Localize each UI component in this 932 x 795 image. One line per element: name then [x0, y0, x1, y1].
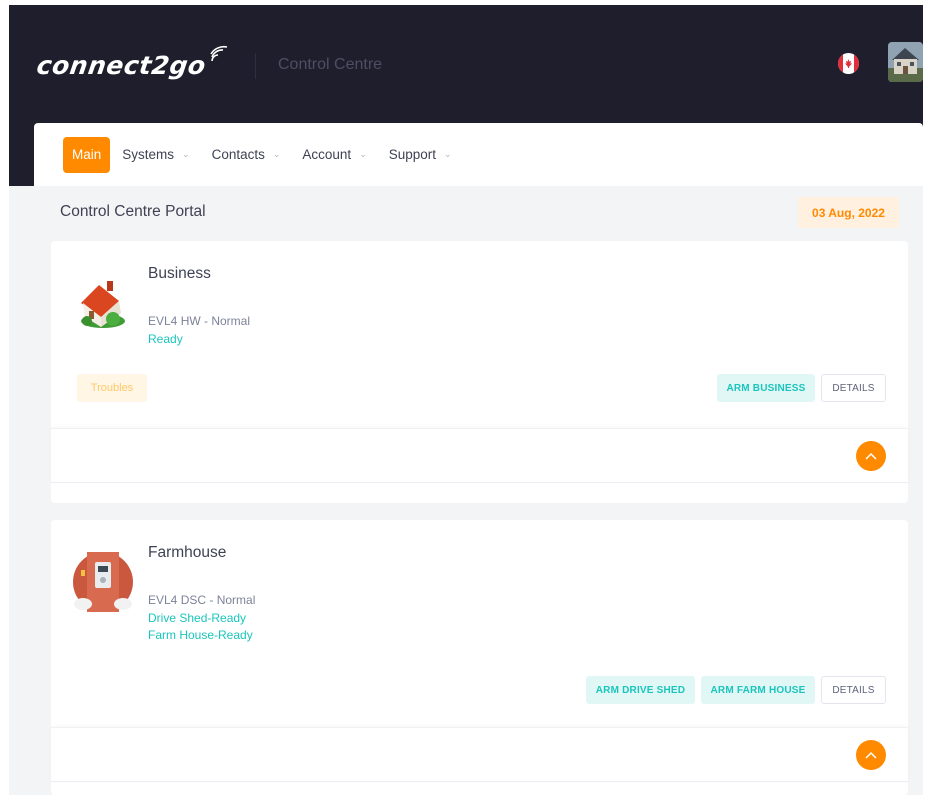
- system-status: Ready: [148, 332, 183, 346]
- signal-waves-icon: [210, 45, 227, 62]
- app-frame: connect2go Control Centre Main Systems ⌄…: [9, 5, 923, 795]
- system-name: Business: [148, 265, 211, 282]
- card-footer: [51, 727, 908, 782]
- chevron-up-icon: [865, 751, 877, 759]
- system-card-business: Business EVL4 HW - Normal Ready Troubles…: [51, 241, 908, 503]
- partition-status: Drive Shed-Ready: [148, 611, 247, 625]
- nav-item-label: Account: [302, 147, 352, 162]
- chevron-down-icon: ⌄: [359, 149, 367, 159]
- arm-drive-shed-button[interactable]: ARM DRIVE SHED: [586, 676, 695, 704]
- logo-text: connect2go: [34, 51, 208, 80]
- date-badge: 03 Aug, 2022: [798, 197, 899, 228]
- chevron-up-icon: [865, 452, 877, 460]
- system-name: Farmhouse: [148, 544, 227, 561]
- nav-item-label: Systems: [122, 147, 175, 162]
- chevron-down-icon: ⌄: [182, 149, 190, 159]
- main-nav: Main Systems ⌄ Contacts ⌄ Account ⌄ Supp…: [34, 123, 923, 186]
- nav-item-label: Contacts: [211, 147, 265, 162]
- chevron-down-icon: ⌄: [272, 149, 281, 159]
- nav-item-systems[interactable]: Systems ⌄: [122, 137, 189, 173]
- nav-item-main[interactable]: Main: [63, 136, 111, 173]
- nav-item-label: Support: [388, 147, 437, 162]
- system-model: EVL4 HW - Normal: [148, 314, 251, 328]
- collapse-button[interactable]: [856, 441, 886, 471]
- card-footer: [51, 428, 908, 483]
- troubles-badge[interactable]: Troubles: [77, 374, 147, 402]
- keypad-panel-icon: [73, 552, 133, 612]
- details-button[interactable]: DETAILS: [821, 676, 886, 704]
- nav-item-label: Main: [72, 147, 102, 162]
- nav-item-support[interactable]: Support ⌄: [389, 137, 452, 173]
- user-avatar[interactable]: [888, 42, 923, 82]
- logo[interactable]: connect2go: [34, 45, 230, 80]
- chevron-down-icon: ⌄: [444, 149, 452, 159]
- canada-flag-icon[interactable]: [838, 53, 859, 74]
- page-title: Control Centre Portal: [60, 203, 206, 220]
- header-title: Control Centre: [278, 56, 383, 73]
- details-button[interactable]: DETAILS: [821, 374, 886, 402]
- collapse-button[interactable]: [856, 740, 886, 770]
- header-divider: [255, 53, 256, 79]
- nav-item-contacts[interactable]: Contacts ⌄: [212, 137, 281, 173]
- partition-status: Farm House-Ready: [148, 628, 253, 642]
- subheader: Control Centre Portal 03 Aug, 2022: [34, 186, 923, 241]
- house-photo-icon: [888, 42, 923, 82]
- arm-business-button[interactable]: ARM BUSINESS: [717, 374, 815, 402]
- system-model: EVL4 DSC - Normal: [148, 593, 256, 607]
- nav-item-account[interactable]: Account ⌄: [302, 137, 366, 173]
- system-card-farmhouse: Farmhouse EVL4 DSC - Normal Drive Shed-R…: [51, 520, 908, 795]
- house-icon: [73, 273, 133, 333]
- arm-farm-house-button[interactable]: ARM FARM HOUSE: [701, 676, 815, 704]
